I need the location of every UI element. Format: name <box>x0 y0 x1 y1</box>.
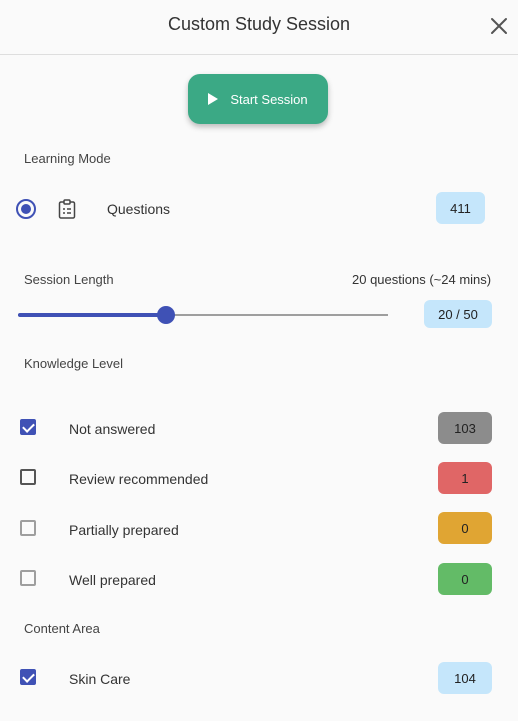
session-length-summary: 20 questions (~24 mins) <box>352 272 492 287</box>
clipboard-list-icon <box>58 199 76 219</box>
learning-mode-heading: Learning Mode <box>24 151 111 166</box>
knowledge-level-heading: Knowledge Level <box>24 356 124 371</box>
not-answered-label: Not answered <box>69 421 156 437</box>
well-prepared-label: Well prepared <box>69 572 156 588</box>
session-length-value-badge: 20 / 50 <box>424 300 492 328</box>
content-area-heading: Content Area <box>24 621 100 636</box>
partially-prepared-checkbox[interactable] <box>20 520 36 536</box>
well-prepared-count-badge: 0 <box>438 563 492 595</box>
well-prepared-checkbox[interactable] <box>20 570 36 586</box>
skin-care-count-badge: 104 <box>438 662 492 694</box>
questions-label: Questions <box>107 201 171 217</box>
review-recommended-label: Review recommended <box>69 471 209 487</box>
partially-prepared-count-badge: 0 <box>438 512 492 544</box>
skin-care-checkbox[interactable] <box>20 669 36 685</box>
skin-care-label: Skin Care <box>69 671 131 687</box>
not-answered-count-badge: 103 <box>438 412 492 444</box>
session-length-heading: Session Length <box>24 272 114 287</box>
slider-thumb[interactable] <box>157 306 175 324</box>
start-session-label: Start Session <box>230 91 308 107</box>
start-session-button[interactable]: Start Session <box>188 74 328 124</box>
questions-count-badge: 411 <box>436 192 485 224</box>
dialog-header: Custom Study Session <box>0 0 518 55</box>
questions-radio[interactable] <box>16 199 36 219</box>
close-icon[interactable] <box>488 15 510 37</box>
session-length-slider[interactable] <box>18 306 388 324</box>
partially-prepared-label: Partially prepared <box>69 522 179 538</box>
slider-fill <box>18 313 166 317</box>
review-recommended-checkbox[interactable] <box>20 469 36 485</box>
not-answered-checkbox[interactable] <box>20 419 36 435</box>
dialog-title: Custom Study Session <box>167 14 351 34</box>
play-icon <box>208 93 219 105</box>
review-recommended-count-badge: 1 <box>438 462 492 494</box>
